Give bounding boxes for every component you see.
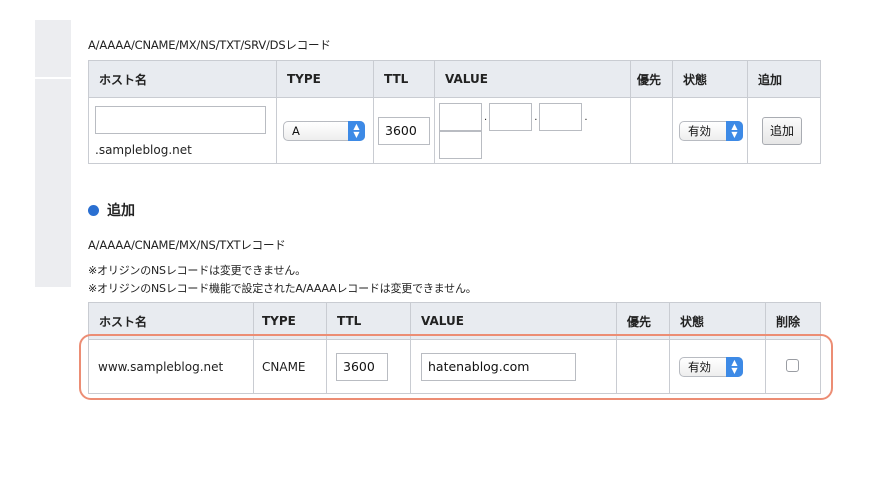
col-header-add: 追加	[747, 60, 821, 98]
ip-separator: .	[534, 112, 538, 123]
table-header-row: ホスト名 TYPE TTL VALUE 優先 状態 追加	[88, 60, 821, 98]
host-input[interactable]	[95, 106, 266, 134]
existing-record-table: ホスト名 TYPE TTL VALUE 優先 状態 削除 www.sampleb…	[88, 302, 821, 394]
section-title: 追加	[107, 203, 135, 219]
col-header-value: VALUE	[410, 302, 617, 340]
ip-octet-1-input[interactable]	[439, 102, 482, 131]
add-button[interactable]: 追加	[762, 116, 802, 145]
col-header-ttl: TTL	[373, 60, 435, 98]
left-sidebar-strip	[35, 20, 71, 287]
type-select[interactable]: A ▲ ▼	[283, 120, 365, 141]
note-aaaa-record: ※オリジンのNSレコード機能で設定されたA/AAAAレコードは変更できません。	[88, 282, 477, 295]
table-row: www.sampleblog.net CNAME 3600 hatenablog…	[88, 339, 821, 394]
sidebar-divider	[35, 77, 71, 79]
type-cell: A ▲ ▼	[276, 97, 374, 164]
col-header-state: 状態	[669, 302, 766, 340]
table-header-row: ホスト名 TYPE TTL VALUE 優先 状態 削除	[88, 302, 821, 340]
col-header-host: ホスト名	[88, 60, 277, 98]
col-header-priority: 優先	[616, 302, 670, 340]
select-arrows-icon: ▲ ▼	[726, 356, 743, 377]
delete-checkbox[interactable]	[786, 358, 799, 372]
state-select-value: 有効	[688, 123, 711, 138]
select-arrows-icon: ▲ ▼	[726, 120, 743, 141]
ttl-cell: 3600	[373, 97, 435, 164]
state-select[interactable]: 有効 ▲ ▼	[679, 356, 743, 377]
state-select[interactable]: 有効 ▲ ▼	[679, 120, 743, 141]
ttl-input[interactable]: 3600	[378, 116, 430, 145]
select-arrows-icon: ▲ ▼	[348, 120, 365, 141]
value-cell: hatenablog.com	[410, 339, 617, 394]
ip-octet-3-input[interactable]	[539, 102, 583, 131]
col-header-delete: 削除	[765, 302, 821, 340]
col-header-value: VALUE	[434, 60, 631, 98]
ttl-cell: 3600	[326, 339, 411, 394]
table-row: .sampleblog.net A ▲ ▼ 3600 ... 有効 ▲ ▼ 追加	[88, 97, 821, 164]
add-record-table: ホスト名 TYPE TTL VALUE 優先 状態 追加 .sampleblog…	[88, 60, 821, 164]
host-cell: .sampleblog.net	[88, 97, 277, 164]
ip-octet-2-input[interactable]	[489, 102, 533, 131]
bullet-dot-icon	[88, 204, 99, 216]
section-heading: 追加	[88, 200, 135, 220]
domain-suffix: .sampleblog.net	[95, 143, 192, 157]
ip-octet-4-input[interactable]	[439, 130, 482, 159]
ip-separator: .	[484, 112, 488, 123]
note-ns-record: ※オリジンのNSレコードは変更できません。	[88, 264, 306, 277]
col-header-type: TYPE	[253, 302, 327, 340]
col-header-priority: 優先	[630, 60, 673, 98]
ttl-input[interactable]: 3600	[336, 352, 388, 381]
col-header-type: TYPE	[276, 60, 374, 98]
priority-cell	[630, 97, 673, 164]
type-select-value: A	[292, 123, 300, 138]
col-header-host: ホスト名	[88, 302, 254, 340]
state-select-value: 有効	[688, 359, 711, 374]
value-input[interactable]: hatenablog.com	[421, 352, 576, 381]
host-cell: www.sampleblog.net	[88, 339, 254, 394]
col-header-ttl: TTL	[326, 302, 411, 340]
priority-cell	[616, 339, 670, 394]
state-cell: 有効 ▲ ▼	[672, 97, 748, 164]
add-cell: 追加	[747, 97, 821, 164]
state-cell: 有効 ▲ ▼	[669, 339, 766, 394]
delete-cell	[765, 339, 821, 394]
record-types-caption: A/AAAA/CNAME/MX/NS/TXT/SRV/DSレコード	[88, 38, 331, 52]
col-header-state: 状態	[672, 60, 748, 98]
section-caption: A/AAAA/CNAME/MX/NS/TXTレコード	[88, 238, 286, 252]
type-cell: CNAME	[253, 339, 327, 394]
value-cell: ...	[434, 97, 631, 164]
ip-separator: .	[584, 112, 588, 123]
